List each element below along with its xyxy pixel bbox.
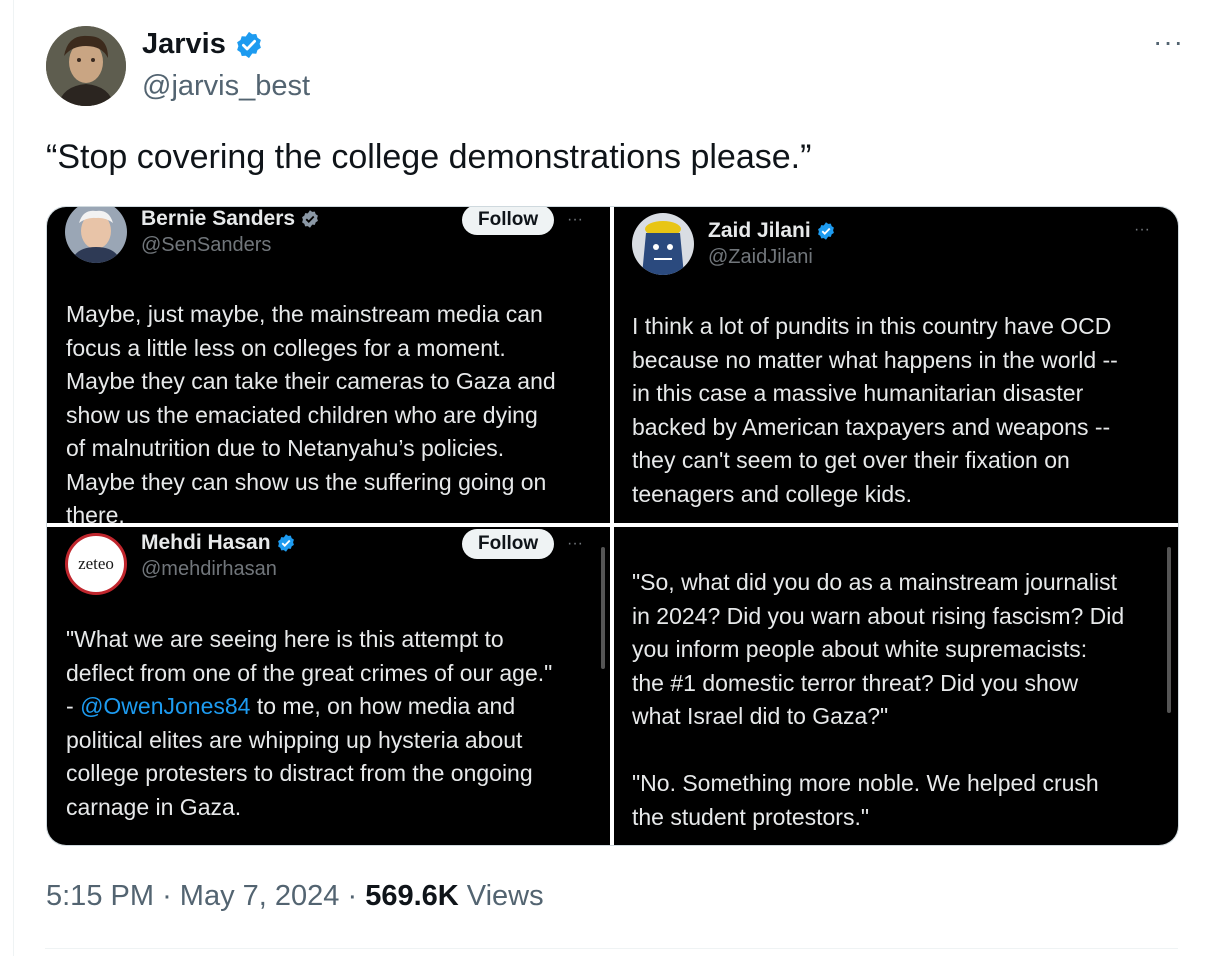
meta-separator: · (162, 880, 172, 912)
sanders-name-text: Bernie Sanders (141, 207, 296, 230)
jilani-handle: @ZaidJilani (708, 246, 813, 268)
jilani-name-text: Zaid Jilani (708, 219, 811, 242)
more-options-icon[interactable]: ··· (567, 535, 583, 553)
author-handle[interactable]: @jarvis_best (142, 70, 310, 103)
meta-separator: · (347, 880, 358, 912)
views-count: 569.6K (365, 880, 459, 912)
portrait-icon (65, 207, 127, 263)
embedded-tweet-hasan[interactable]: zeteo Mehdi Hasan @mehdirhasan Follow ··… (47, 527, 610, 845)
hasan-name: Mehdi Hasan (141, 531, 296, 555)
more-options-icon[interactable]: ··· (567, 211, 583, 229)
embedded-tweet-sanders[interactable]: Bernie Sanders @SenSanders Follow ··· Ma… (47, 207, 610, 523)
more-options-icon[interactable]: ··· (1153, 26, 1184, 58)
follow-button[interactable]: Follow (462, 529, 555, 559)
jilani-avatar (632, 213, 694, 275)
verified-badge-icon (302, 210, 318, 228)
tweet-time[interactable]: 5:15 PM (46, 880, 154, 912)
divider (45, 948, 1178, 949)
hasan-text: "What we are seeing here is this attempt… (66, 623, 552, 824)
verified-badge-icon (817, 222, 834, 240)
embedded-tweet-quote[interactable]: "So, what did you do as a mainstream jou… (614, 527, 1178, 845)
author-name-text: Jarvis (142, 28, 226, 60)
hasan-name-text: Mehdi Hasan (141, 531, 271, 554)
hasan-handle: @mehdirhasan (141, 558, 277, 580)
quote-text: "So, what did you do as a mainstream jou… (632, 569, 1125, 830)
tweet-text: “Stop covering the college demonstration… (46, 138, 812, 176)
tweet-date[interactable]: May 7, 2024 (180, 880, 340, 912)
sanders-text: Maybe, just maybe, the mainstream media … (66, 301, 556, 523)
scrollbar[interactable] (1167, 547, 1171, 713)
zeteo-logo-text: zeteo (78, 554, 114, 573)
author-name[interactable]: Jarvis (142, 28, 264, 61)
author-avatar[interactable] (46, 26, 126, 106)
portrait-icon (46, 26, 126, 106)
verified-badge-icon (236, 31, 261, 58)
embedded-tweet-jilani[interactable]: Zaid Jilani @ZaidJilani ··· I think a lo… (614, 207, 1178, 523)
verified-badge-icon (277, 534, 294, 552)
sanders-avatar (65, 207, 127, 263)
frame-border (13, 0, 14, 956)
jilani-name: Zaid Jilani (708, 219, 836, 243)
media-grid[interactable]: Bernie Sanders @SenSanders Follow ··· Ma… (46, 206, 1179, 846)
owenjones-link[interactable]: @OwenJones84 (80, 693, 250, 719)
scrollbar[interactable] (601, 547, 605, 669)
more-options-icon[interactable]: ··· (1134, 221, 1150, 239)
character-icon (632, 213, 694, 275)
views-label: Views (466, 880, 544, 912)
jilani-text: I think a lot of pundits in this country… (632, 313, 1118, 507)
sanders-handle: @SenSanders (141, 234, 272, 256)
tweet-meta: 5:15 PM · May 7, 2024 · 569.6K Views (46, 880, 544, 913)
zeteo-logo: zeteo (65, 533, 127, 595)
follow-button[interactable]: Follow (462, 207, 555, 235)
sanders-name: Bernie Sanders (141, 207, 320, 231)
